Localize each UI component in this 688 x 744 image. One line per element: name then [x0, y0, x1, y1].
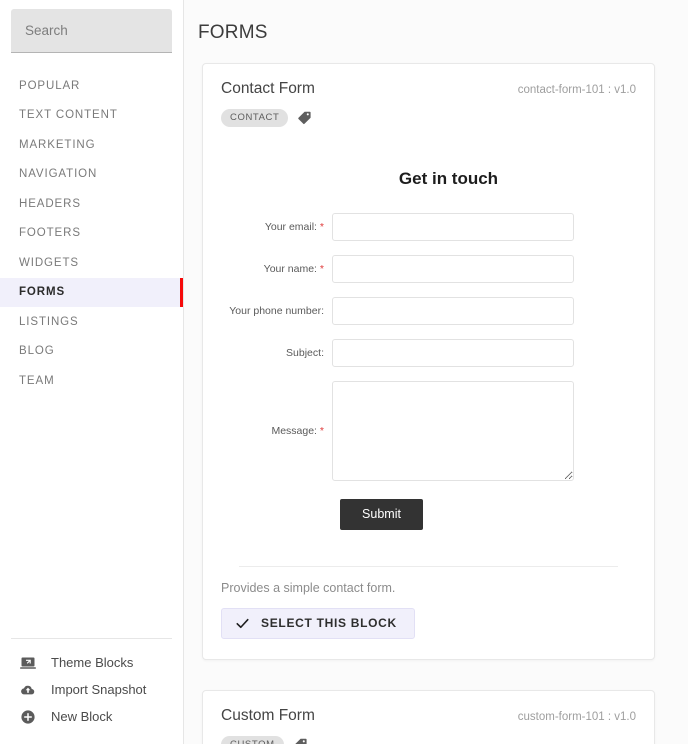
sidebar-item-listings[interactable]: LISTINGS	[0, 307, 183, 337]
sidebar-item-popular[interactable]: POPULAR	[0, 71, 183, 101]
block-card-contact-form[interactable]: Contact Form contact-form-101 : v1.0 CON…	[202, 63, 655, 660]
field-label-email: Your email: *	[213, 221, 332, 233]
new-block-label: New Block	[51, 709, 113, 724]
category-nav: POPULAR TEXT CONTENT MARKETING NAVIGATIO…	[0, 71, 183, 638]
submit-button[interactable]: Submit	[340, 498, 423, 530]
sidebar-item-label: POPULAR	[19, 79, 81, 92]
block-card-custom-form[interactable]: Custom Form custom-form-101 : v1.0 CUSTO…	[202, 689, 655, 744]
sidebar: POPULAR TEXT CONTENT MARKETING NAVIGATIO…	[0, 0, 184, 744]
select-button-label: SELECT THIS BLOCK	[261, 616, 397, 630]
card-description: Provides a simple contact form.	[221, 580, 396, 595]
email-field[interactable]	[332, 212, 574, 241]
page-title: FORMS	[198, 22, 268, 43]
field-label-text: Message:	[271, 424, 317, 437]
field-label-message: Message: *	[213, 425, 332, 437]
import-snapshot-label: Import Snapshot	[51, 682, 147, 697]
search-input[interactable]	[11, 9, 172, 53]
sidebar-item-label: NAVIGATION	[19, 168, 98, 181]
cloud-upload-icon	[20, 682, 42, 698]
sidebar-item-label: FORMS	[19, 286, 66, 299]
sidebar-item-label: MARKETING	[19, 138, 96, 151]
theme-blocks-label: Theme Blocks	[51, 655, 134, 670]
sidebar-item-label: FOOTERS	[19, 227, 81, 240]
import-snapshot-action[interactable]: Import Snapshot	[11, 676, 172, 703]
message-field[interactable]	[332, 380, 574, 481]
status-badge: CONTACT	[221, 109, 289, 127]
sidebar-item-forms[interactable]: FORMS	[0, 277, 183, 307]
sidebar-item-marketing[interactable]: MARKETING	[0, 130, 183, 160]
sidebar-item-label: LISTINGS	[19, 315, 79, 328]
sidebar-item-label: WIDGETS	[19, 256, 79, 269]
field-row-subject: Subject:	[213, 338, 644, 367]
form-preview: Get in touch Your email: * Your name: *	[203, 127, 654, 544]
preview-heading: Get in touch	[398, 168, 499, 188]
card-version-meta: contact-form-101 : v1.0	[517, 84, 636, 96]
check-icon	[235, 616, 250, 631]
field-label-text: Your email:	[264, 220, 317, 233]
field-label-text: Your name:	[263, 262, 317, 275]
card-header: Custom Form custom-form-101 : v1.0 CUSTO…	[203, 691, 654, 744]
tag-icon[interactable]	[297, 110, 312, 125]
required-asterisk: *	[319, 262, 324, 275]
theme-blocks-icon	[20, 655, 42, 671]
field-row-message: Message: *	[213, 380, 644, 481]
name-field[interactable]	[332, 254, 574, 283]
field-row-name: Your name: *	[213, 254, 644, 283]
app-root: POPULAR TEXT CONTENT MARKETING NAVIGATIO…	[0, 0, 688, 744]
sidebar-item-label: TEAM	[19, 374, 55, 387]
phone-field[interactable]	[332, 296, 574, 325]
subject-field[interactable]	[332, 338, 574, 367]
sidebar-item-team[interactable]: TEAM	[0, 366, 183, 396]
plus-circle-icon	[20, 709, 42, 725]
field-row-phone: Your phone number:	[213, 296, 644, 325]
sidebar-item-label: TEXT CONTENT	[19, 109, 118, 122]
field-label-name: Your name: *	[213, 263, 332, 275]
sidebar-item-label: BLOG	[19, 345, 55, 358]
sidebar-item-label: HEADERS	[19, 197, 81, 210]
sidebar-item-headers[interactable]: HEADERS	[0, 189, 183, 219]
sidebar-item-footers[interactable]: FOOTERS	[0, 219, 183, 249]
card-tag-row: CONTACT	[221, 109, 636, 127]
new-block-action[interactable]: New Block	[11, 703, 172, 730]
theme-blocks-action[interactable]: Theme Blocks	[11, 649, 172, 676]
required-asterisk: *	[319, 424, 324, 437]
field-row-email: Your email: *	[213, 212, 644, 241]
active-indicator-bar	[180, 277, 183, 307]
card-tag-row: CUSTOM	[221, 735, 636, 744]
card-header: Contact Form contact-form-101 : v1.0 CON…	[203, 64, 654, 127]
field-label-phone: Your phone number:	[229, 304, 324, 317]
select-this-block-button[interactable]: SELECT THIS BLOCK	[221, 607, 415, 639]
sidebar-item-blog[interactable]: BLOG	[0, 337, 183, 367]
required-asterisk: *	[319, 220, 324, 233]
search-container	[0, 0, 183, 53]
card-version-meta: custom-form-101 : v1.0	[517, 710, 636, 723]
main-content: FORMS Contact Form contact-form-101 : v1…	[184, 0, 688, 744]
tag-icon[interactable]	[293, 737, 308, 744]
sidebar-item-widgets[interactable]: WIDGETS	[0, 248, 183, 278]
sidebar-item-text-content[interactable]: TEXT CONTENT	[0, 101, 183, 131]
field-label-subject: Subject:	[286, 346, 324, 359]
sidebar-footer: Theme Blocks Import Snapshot New Block	[11, 638, 172, 744]
status-badge: CUSTOM	[221, 735, 284, 744]
card-footer: Provides a simple contact form. SELECT T…	[203, 567, 654, 659]
sidebar-item-navigation[interactable]: NAVIGATION	[0, 160, 183, 190]
submit-row: Submit	[213, 498, 644, 530]
